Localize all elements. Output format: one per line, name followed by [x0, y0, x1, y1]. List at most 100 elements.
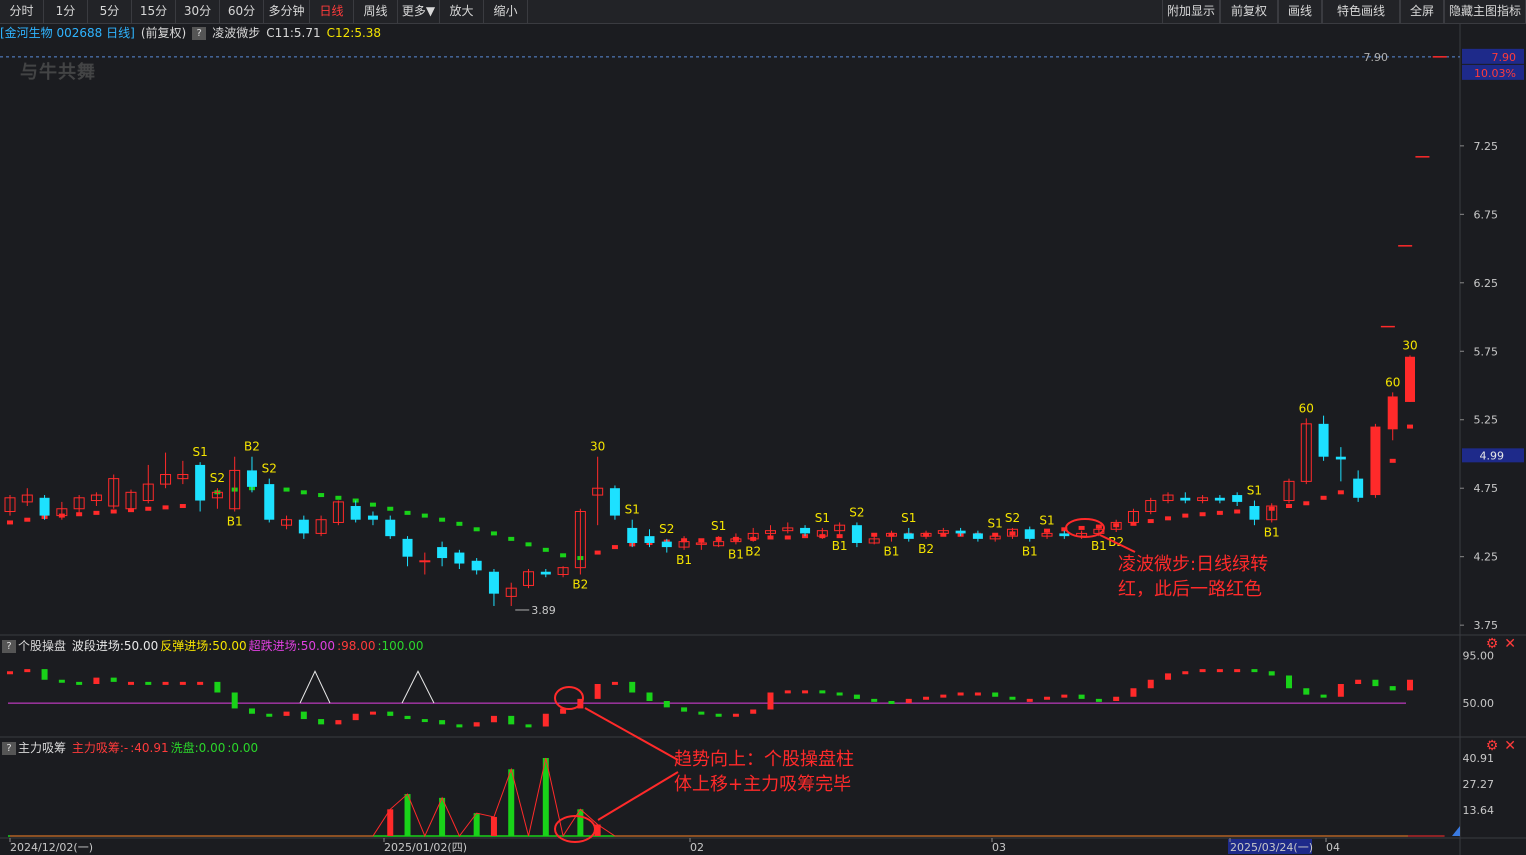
wave-step-dot	[1199, 512, 1206, 517]
candle-body	[903, 533, 914, 539]
wave-step-dot	[283, 487, 290, 492]
wave-step-dot	[335, 495, 342, 500]
panel3-name[interactable]: 主力吸筹	[18, 741, 66, 755]
signal-marker-B1: B1	[227, 514, 243, 528]
panel3-title: ? 主力吸筹 主力吸筹:-:40.91 洗盘:0.00:0.00	[2, 739, 262, 755]
signal-marker-B1: B1	[884, 545, 900, 559]
panel2-bar	[542, 713, 549, 727]
signal-marker-S2: S2	[1005, 511, 1020, 525]
price-line-label: 7.90	[1364, 51, 1389, 64]
panel2-params: 波段进场:50.00 反弹进场:50.00 超跌进场:50.00:98.00:100…	[72, 639, 426, 653]
candle-body	[367, 515, 378, 520]
toolbar-btn-5[interactable]: 60分	[220, 0, 264, 23]
panel2-bar	[698, 711, 705, 715]
ylabel: 6.25	[1474, 277, 1499, 290]
panel2-bar	[1251, 669, 1258, 673]
wave-step-dot	[300, 490, 307, 495]
panel2-bar	[1286, 675, 1293, 689]
wave-step-dot	[490, 531, 497, 536]
panel2-bar	[1113, 696, 1120, 701]
candle-body	[800, 527, 811, 534]
panel3-icons: ⚙ ✕	[1480, 738, 1516, 754]
corner-triangle	[1452, 826, 1460, 836]
ylabel: 5.25	[1474, 414, 1499, 427]
panel2-bar	[231, 692, 238, 709]
panel2-param-4: :100.00	[377, 639, 424, 653]
toolbar-btn-9[interactable]: 更多▼	[398, 0, 440, 23]
close-icon[interactable]: ✕	[1504, 738, 1516, 754]
panel2-bar	[127, 681, 134, 685]
panel2-bar	[1147, 679, 1154, 689]
panel3-params: 主力吸筹:-:40.91 洗盘:0.00:0.00	[72, 741, 260, 755]
toolbar-btn-0[interactable]: 分时	[0, 0, 44, 23]
panel2-bar	[992, 692, 999, 697]
low-label: 3.89	[531, 604, 556, 617]
panel2-bar	[318, 719, 325, 725]
signal-marker-B2: B2	[745, 545, 761, 559]
toolbar-btn-11[interactable]: 缩小	[484, 0, 528, 23]
panel2-bar	[404, 715, 411, 720]
panel2-bar	[663, 701, 670, 708]
candle-body	[1059, 533, 1070, 537]
panel2-bar	[923, 696, 930, 700]
toolbar-btn-3[interactable]: 15分	[132, 0, 176, 23]
candle-body	[419, 560, 431, 563]
main-chart[interactable]: 7.90 7.90 10.03% 7.25 6.75 6.25 5.75 5.25 4.99 4.…	[0, 23, 1526, 855]
toolbar-btn-1[interactable]: 1分	[44, 0, 88, 23]
panel2-bar	[7, 671, 13, 675]
panel2-bar	[836, 692, 843, 696]
toolbar-right-btn-3[interactable]: 特色画线	[1322, 0, 1400, 23]
close-icon[interactable]: ✕	[1504, 636, 1516, 652]
candle-body	[1024, 529, 1035, 539]
panel2-bar	[905, 698, 912, 704]
toolbar-btn-6[interactable]: 多分钟	[264, 0, 310, 23]
toolbar-btn-10[interactable]: 放大	[440, 0, 484, 23]
candle-body	[661, 541, 672, 548]
panel2-bar	[1234, 669, 1241, 673]
candle-body	[195, 464, 206, 501]
toolbar-right-btn-1[interactable]: 前复权	[1220, 0, 1278, 23]
panel2-bar	[525, 724, 532, 728]
panel2-bar	[110, 677, 117, 682]
gear-icon[interactable]: ⚙	[1486, 738, 1499, 754]
wave-step-dot	[525, 542, 532, 547]
wave-step-dot	[439, 517, 446, 522]
panel2-help-icon[interactable]: ?	[2, 640, 16, 653]
panel3-ylabel: 27.27	[1463, 778, 1495, 791]
signal-marker-60: 60	[1299, 401, 1314, 415]
ylabel: 5.75	[1474, 345, 1499, 358]
panel2-bar	[162, 681, 169, 685]
candle-body	[471, 560, 482, 571]
candle-body	[350, 506, 361, 520]
xaxis-label: 2025/01/02(四)	[384, 841, 467, 854]
candle-body	[1214, 497, 1225, 501]
panel2-bar	[1095, 698, 1102, 702]
toolbar-btn-8[interactable]: 周线	[354, 0, 398, 23]
toolbar-btn-4[interactable]: 30分	[176, 0, 220, 23]
wave-step-dot	[594, 550, 601, 555]
panel2-bar	[508, 715, 515, 725]
panel3-help-icon[interactable]: ?	[2, 742, 16, 755]
toolbar-right-btn-4[interactable]: 全屏	[1400, 0, 1444, 23]
panel2-bar	[145, 681, 152, 685]
candle-body	[1405, 356, 1415, 402]
toolbar-right-btn-0[interactable]: 附加显示	[1162, 0, 1220, 23]
toolbar-btn-7[interactable]: 日线	[310, 0, 354, 23]
gear-icon[interactable]: ⚙	[1486, 636, 1499, 652]
wave-step-dot	[1389, 458, 1396, 463]
toolbar-right-btn-5[interactable]: 隐藏主图指标	[1444, 0, 1526, 23]
toolbar-right-btn-2[interactable]: 画线	[1278, 0, 1322, 23]
panel3-ylabel: 13.64	[1463, 804, 1495, 817]
panel2-param-2: 超跌进场:50.00	[248, 639, 336, 653]
annotation-arrow	[597, 771, 679, 821]
panel2-name[interactable]: 个股操盘	[18, 639, 66, 653]
candle-body	[972, 533, 983, 539]
panel2-param-0: 波段进场:50.00	[71, 639, 159, 653]
panel2-bar	[1026, 698, 1033, 702]
panel3-param-1: :40.91	[130, 741, 169, 755]
toolbar-btn-2[interactable]: 5分	[88, 0, 132, 23]
signal-marker-S2: S2	[849, 505, 864, 519]
signal-marker-B1: B1	[676, 553, 692, 567]
panel2-bar	[594, 684, 601, 699]
panel2-bar	[93, 677, 100, 684]
